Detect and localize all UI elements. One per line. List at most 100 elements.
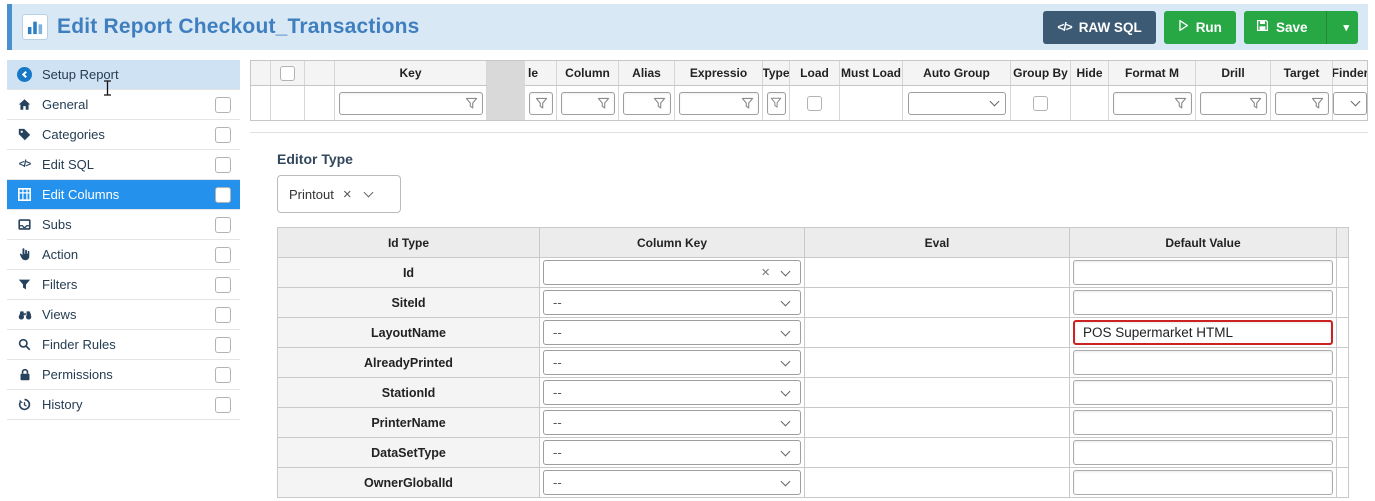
finder-rules-checkbox[interactable] xyxy=(215,337,231,353)
sidebar-item-label: Subs xyxy=(42,217,72,232)
col-header-load[interactable]: Load xyxy=(790,61,840,85)
col-header-must-load[interactable]: Must Load xyxy=(840,61,903,85)
sidebar-item-views[interactable]: Views xyxy=(7,300,240,330)
editor-row-ownerglobalid: OwnerGlobalId -- xyxy=(278,468,1349,498)
sidebar-item-history[interactable]: History xyxy=(7,390,240,420)
column-key-dropdown[interactable]: -- xyxy=(543,440,801,465)
group-by-filter-checkbox[interactable] xyxy=(1033,96,1048,111)
col-header-hide[interactable]: Hide xyxy=(1071,61,1109,85)
chevron-down-icon[interactable] xyxy=(781,416,791,426)
column-key-dropdown[interactable]: -- xyxy=(543,320,801,345)
subs-tray-icon xyxy=(16,218,33,231)
column-key-dropdown[interactable]: × xyxy=(543,260,801,285)
chevron-down-icon[interactable] xyxy=(363,188,373,198)
col-header-format-mask[interactable]: Format M xyxy=(1109,61,1196,85)
save-button[interactable]: Save xyxy=(1244,11,1320,44)
search-icon xyxy=(16,338,33,351)
select-all-checkbox[interactable] xyxy=(280,66,295,81)
col-header-group-by[interactable]: Group By xyxy=(1011,61,1071,85)
permissions-checkbox[interactable] xyxy=(215,367,231,383)
expression-filter-input[interactable] xyxy=(679,92,759,115)
editor-table-header-row: Id Type Column Key Eval Default Value xyxy=(278,228,1349,258)
default-value-input[interactable] xyxy=(1073,260,1333,285)
hand-pointer-icon xyxy=(16,248,33,261)
col-header-expression[interactable]: Expressio xyxy=(675,61,763,85)
default-value-input[interactable] xyxy=(1073,410,1333,435)
col-header-type[interactable]: Type xyxy=(763,61,790,85)
sidebar-item-categories[interactable]: Categories xyxy=(7,120,240,150)
col-header-column-key: Column Key xyxy=(540,228,805,258)
chevron-down-icon[interactable] xyxy=(781,446,791,456)
sliver-cell xyxy=(1337,258,1349,288)
subs-checkbox[interactable] xyxy=(215,217,231,233)
column-key-dropdown[interactable]: -- xyxy=(543,290,801,315)
edit-columns-checkbox[interactable] xyxy=(215,187,231,203)
column-key-dropdown[interactable]: -- xyxy=(543,470,801,495)
col-header-alias[interactable]: Alias xyxy=(619,61,675,85)
run-button[interactable]: Run xyxy=(1164,11,1236,44)
content: Setup Report General Categories </> Edit… xyxy=(0,60,1375,498)
sidebar-item-subs[interactable]: Subs xyxy=(7,210,240,240)
save-dropdown-caret[interactable]: ▾ xyxy=(1334,11,1358,44)
report-chart-icon xyxy=(22,14,48,40)
categories-checkbox[interactable] xyxy=(215,127,231,143)
app-header: Edit Report Checkout_Transactions </> RA… xyxy=(7,4,1368,50)
type-filter-input[interactable] xyxy=(767,92,786,115)
col-header-drill[interactable]: Drill xyxy=(1196,61,1271,85)
column-key-dropdown[interactable]: -- xyxy=(543,410,801,435)
sidebar-item-finder-rules[interactable]: Finder Rules xyxy=(7,330,240,360)
default-value-input[interactable] xyxy=(1073,470,1333,495)
default-value-input[interactable] xyxy=(1073,380,1333,405)
alias-filter-input[interactable] xyxy=(623,92,671,115)
default-value-input[interactable] xyxy=(1073,350,1333,375)
default-value-input[interactable] xyxy=(1073,440,1333,465)
raw-sql-button[interactable]: </> RAW SQL xyxy=(1043,11,1155,44)
load-filter-checkbox[interactable] xyxy=(807,96,822,111)
col-header-title-partial[interactable]: le xyxy=(525,61,557,85)
sidebar-item-label: Action xyxy=(42,247,78,262)
chevron-down-icon[interactable] xyxy=(781,356,791,366)
col-header-auto-group[interactable]: Auto Group xyxy=(903,61,1011,85)
sidebar-item-label: Views xyxy=(42,307,76,322)
col-header-target[interactable]: Target xyxy=(1271,61,1333,85)
chip-remove-icon[interactable]: × xyxy=(343,187,352,202)
col-header-column[interactable]: Column xyxy=(557,61,619,85)
code-icon: </> xyxy=(1057,20,1071,34)
chevron-down-icon[interactable] xyxy=(781,476,791,486)
col-header-finder[interactable]: Finder xyxy=(1333,61,1367,85)
clear-selection-icon[interactable]: × xyxy=(761,265,770,280)
sidebar-item-edit-columns[interactable]: Edit Columns xyxy=(7,180,240,210)
action-checkbox[interactable] xyxy=(215,247,231,263)
col-header-default-value: Default Value xyxy=(1070,228,1337,258)
sidebar-item-action[interactable]: Action xyxy=(7,240,240,270)
title-filter-input[interactable] xyxy=(529,92,553,115)
chevron-down-icon[interactable] xyxy=(781,266,791,276)
chevron-down-icon[interactable] xyxy=(781,386,791,396)
finder-filter-select[interactable] xyxy=(1333,92,1367,115)
column-filter-input[interactable] xyxy=(561,92,615,115)
column-key-dropdown[interactable]: -- xyxy=(543,380,801,405)
chevron-down-icon[interactable] xyxy=(781,296,791,306)
auto-group-filter-select[interactable] xyxy=(908,92,1006,115)
general-checkbox[interactable] xyxy=(215,97,231,113)
col-header-key[interactable]: Key xyxy=(335,61,487,85)
filters-checkbox[interactable] xyxy=(215,277,231,293)
target-filter-input[interactable] xyxy=(1275,92,1329,115)
sidebar-setup-report[interactable]: Setup Report xyxy=(7,60,240,90)
sidebar-item-general[interactable]: General xyxy=(7,90,240,120)
default-value-input-highlighted[interactable] xyxy=(1073,320,1333,345)
drill-filter-input[interactable] xyxy=(1200,92,1267,115)
chevron-down-icon[interactable] xyxy=(781,326,791,336)
sidebar-item-filters[interactable]: Filters xyxy=(7,270,240,300)
key-filter-input[interactable] xyxy=(339,92,483,115)
dropdown-value: -- xyxy=(553,325,562,340)
history-checkbox[interactable] xyxy=(215,397,231,413)
column-key-dropdown[interactable]: -- xyxy=(543,350,801,375)
views-checkbox[interactable] xyxy=(215,307,231,323)
format-mask-filter-input[interactable] xyxy=(1113,92,1192,115)
editor-type-select[interactable]: Printout × xyxy=(277,175,401,213)
edit-sql-checkbox[interactable] xyxy=(215,157,231,173)
default-value-input[interactable] xyxy=(1073,290,1333,315)
sidebar-item-permissions[interactable]: Permissions xyxy=(7,360,240,390)
sidebar-item-edit-sql[interactable]: </> Edit SQL xyxy=(7,150,240,180)
